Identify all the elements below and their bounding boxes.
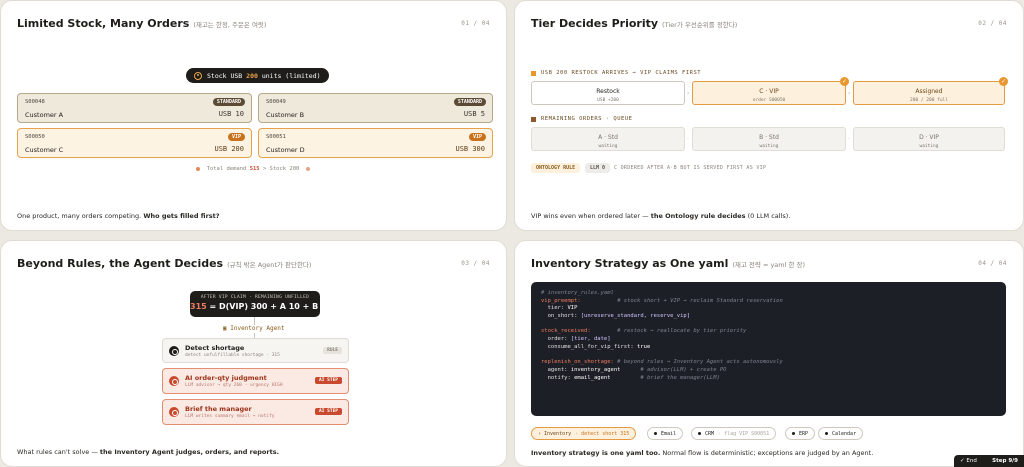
panel-title: Limited Stock, Many Orders (재고는 한정, 주문은 여…	[17, 17, 267, 30]
section-label: REMAINING ORDERS · QUEUE	[531, 116, 632, 122]
queue-item: A · Std waiting	[531, 127, 685, 151]
ontology-rule-chip: ONTOLOGY RULE	[531, 163, 581, 173]
llm-count-chip: LLM 0	[585, 163, 611, 173]
connector	[254, 317, 255, 325]
panel-title: Inventory Strategy as One yaml (재고 전략 = y…	[531, 257, 806, 270]
yaml-code-block: # inventory_rules.yaml vip_preempt: # st…	[531, 282, 1006, 416]
arrow-right-icon: ·	[848, 136, 850, 143]
order-card[interactable]: S00051 Customer D VIP USB 300	[258, 128, 493, 158]
status-dot-icon	[196, 167, 200, 171]
panel-yaml-strategy: Inventory Strategy as One yaml (재고 전략 = y…	[514, 240, 1024, 467]
dot-icon	[654, 432, 657, 435]
flow-step-assigned: Assigned 200 / 200 full ✓	[853, 77, 1008, 105]
queue-item: B · Std waiting	[692, 127, 846, 151]
tier-badge: VIP	[227, 133, 245, 141]
arrow-right-icon: ·	[687, 136, 689, 143]
order-card[interactable]: S00048 Customer A STANDARD USB 10	[17, 93, 252, 123]
total-demand: Total demand 515 > Stock 200	[196, 166, 310, 172]
square-icon	[531, 116, 536, 122]
panel-title: Beyond Rules, the Agent Decides (규칙 밖은 Ag…	[17, 257, 312, 270]
page-number: 03 / 04	[461, 260, 490, 267]
check-icon: ✓	[999, 77, 1008, 86]
step-ai-judgment[interactable]: AI order-qty judgment LLM advisor → qty …	[162, 368, 349, 394]
tool-inventory[interactable]: › Inventory · detect short 315	[531, 427, 637, 440]
dot-icon	[792, 432, 795, 435]
ai-step-badge: AI STEP	[315, 377, 342, 384]
rule-badge: RULE	[323, 347, 342, 354]
tool-erp[interactable]: ERP	[785, 427, 816, 440]
panel-agent-decides: Beyond Rules, the Agent Decides (규칙 밖은 Ag…	[0, 240, 507, 467]
square-icon	[531, 70, 536, 76]
panel-caption: VIP wins even when ordered later — the O…	[531, 212, 791, 220]
arrow-icon: ›	[538, 430, 542, 437]
panel-title: Tier Decides Priority (Tier가 우선순위를 정한다)	[531, 17, 738, 30]
dot-icon	[698, 432, 701, 435]
end-button[interactable]: ✓ End	[960, 458, 977, 464]
step-indicator: Step 9/9	[992, 458, 1018, 464]
flow-step-restock: Restock USB +200	[531, 81, 685, 105]
panel-subtitle: (규칙 밖은 Agent가 판단한다)	[227, 261, 312, 269]
tool-email[interactable]: Email	[647, 427, 684, 440]
panel-caption: What rules can't solve — the Inventory A…	[17, 448, 280, 456]
ai-step-badge: AI STEP	[315, 408, 342, 415]
status-dot-icon	[306, 167, 310, 171]
rule-note: C ORDERED AFTER A·B BUT IS SERVED FIRST …	[614, 165, 767, 171]
panel-subtitle: (재고는 한정, 주문은 여럿)	[193, 21, 267, 29]
tier-badge: VIP	[468, 133, 486, 141]
page-number: 01 / 04	[461, 20, 490, 27]
arrow-right-icon: ›	[687, 90, 690, 97]
agent-label: ▣ Inventory Agent	[223, 325, 285, 332]
page-number: 02 / 04	[978, 20, 1007, 27]
tool-calendar[interactable]: Calendar	[818, 427, 864, 440]
target-icon	[169, 376, 179, 386]
unfilled-summary: AFTER VIP CLAIM · REMAINING UNFILLED 315…	[190, 291, 327, 317]
section-label: USB 200 RESTOCK ARRIVES → VIP CLAIMS FIR…	[531, 70, 701, 76]
dot-icon	[825, 432, 828, 435]
order-card[interactable]: S00049 Customer B STANDARD USB 5	[258, 93, 493, 123]
check-icon: ✓	[840, 77, 849, 86]
panel-limited-stock: Limited Stock, Many Orders (재고는 한정, 주문은 여…	[0, 0, 507, 231]
tool-crm[interactable]: CRM · flag VIP S00051	[691, 427, 777, 440]
flow-step-vip: C · VIP order S00050 ✓	[692, 77, 849, 105]
box-icon: ▣	[223, 325, 227, 332]
queue-item: D · VIP waiting	[853, 127, 1005, 151]
slide-nav-bar: ✓ End Step 9/9	[954, 455, 1024, 467]
target-icon	[169, 407, 179, 417]
panel-subtitle: (Tier가 우선순위를 정한다)	[662, 21, 738, 29]
coin-icon	[194, 71, 202, 80]
arrow-right-icon: ›	[848, 90, 851, 97]
page-number: 04 / 04	[978, 260, 1007, 267]
panel-tier-priority: Tier Decides Priority (Tier가 우선순위를 정한다) 0…	[514, 0, 1024, 231]
panel-caption: One product, many orders competing. Who …	[17, 212, 220, 220]
step-brief-manager[interactable]: Brief the manager LLM writes summary ema…	[162, 399, 349, 425]
tier-badge: STANDARD	[212, 98, 245, 106]
end-icon: ✓	[960, 458, 965, 464]
order-card[interactable]: S00050 Customer C VIP USB 200	[17, 128, 252, 158]
tier-badge: STANDARD	[453, 98, 486, 106]
panel-subtitle: (재고 전략 = yaml 한 장)	[732, 261, 806, 269]
target-icon	[169, 346, 179, 356]
stock-pill: Stock USB 200 units (limited)	[186, 68, 329, 83]
panel-caption: Inventory strategy is one yaml too. Norm…	[531, 449, 874, 457]
step-detect-shortage[interactable]: Detect shortage detect unfulfillable sho…	[162, 338, 349, 363]
